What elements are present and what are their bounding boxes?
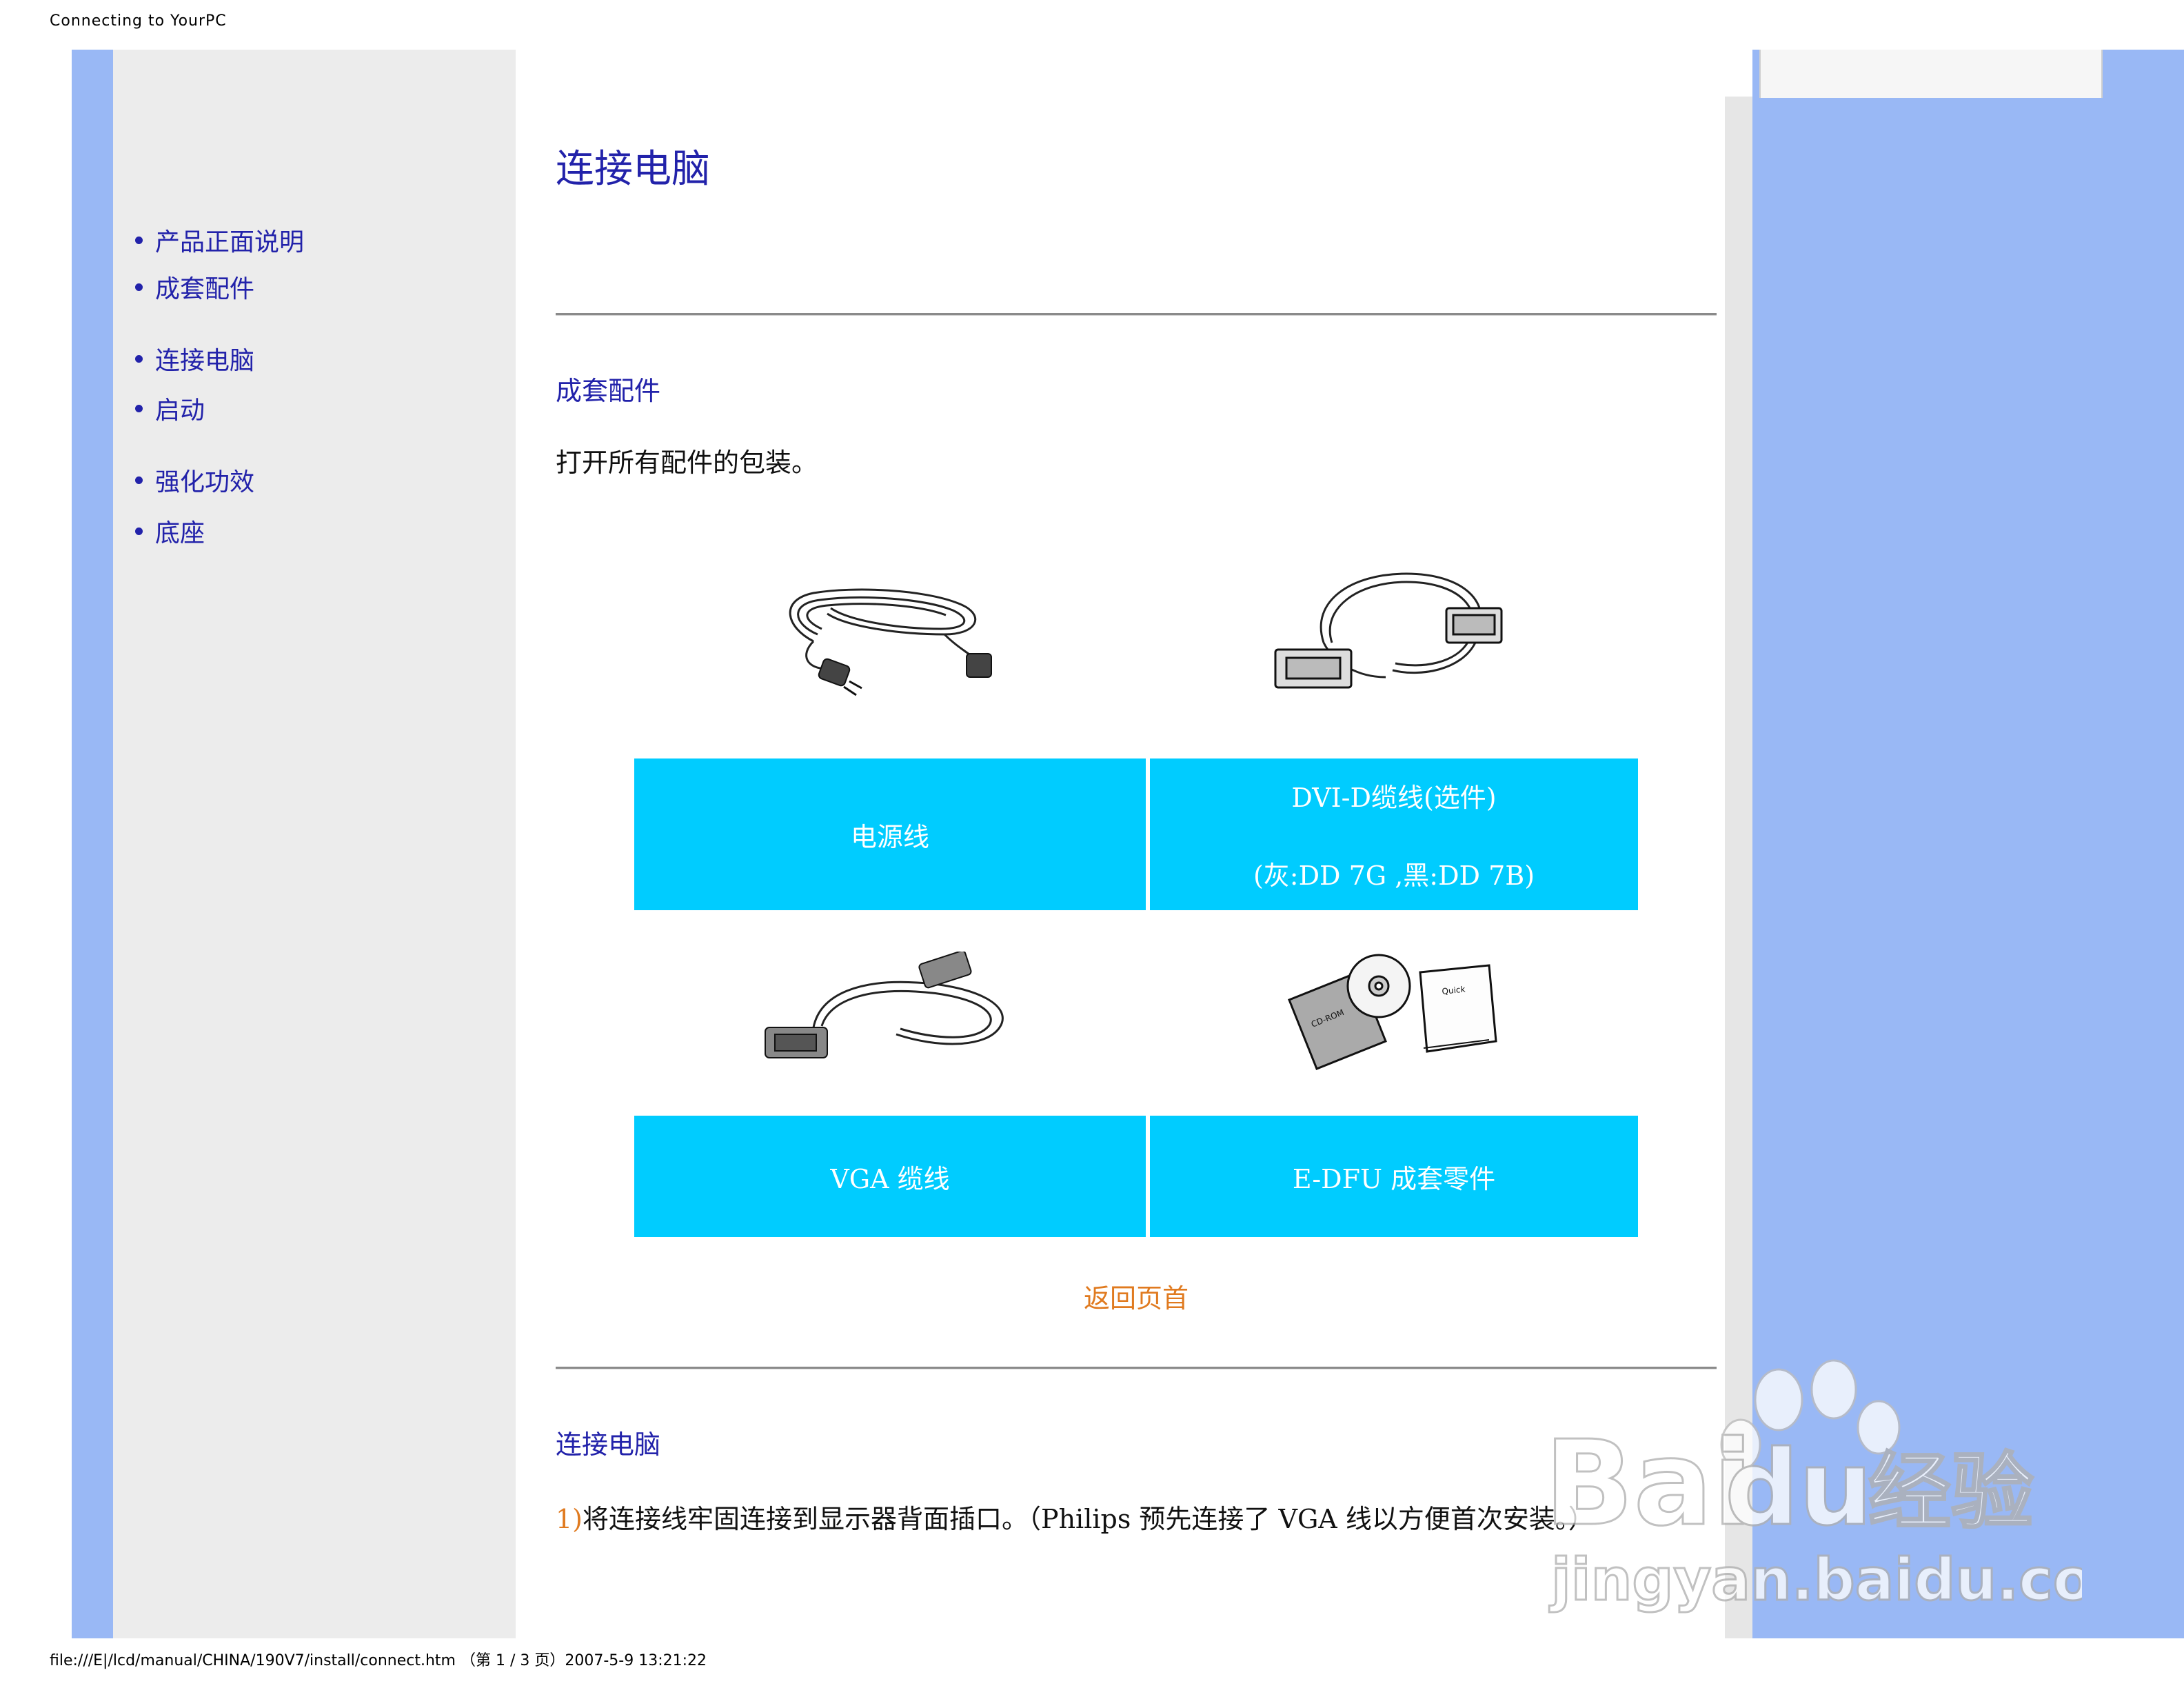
watermark-cn: 经验 bbox=[1868, 1445, 2034, 1540]
accessory-cell-edfu-kit: E-DFU 成套零件 bbox=[1150, 1116, 1638, 1237]
watermark-url: jingyan.baidu.com bbox=[1549, 1546, 2082, 1614]
sidebar-item-label: 底座 bbox=[155, 519, 205, 547]
accessory-cell-power-cord: 电源线 bbox=[634, 758, 1146, 910]
accessory-label: DVI-D缆线(选件) bbox=[1291, 783, 1497, 813]
baidu-jingyan-watermark: Bai du 经验 jingyan.baidu.com bbox=[1544, 1359, 2082, 1614]
sidebar-item-label: 连接电脑 bbox=[155, 347, 255, 375]
top-right-box bbox=[1759, 50, 2103, 98]
accessory-label: 电源线 bbox=[850, 821, 929, 852]
sidebar-nav: 产品正面说明 成套配件 连接电脑 启动 强化功效 底座 bbox=[135, 0, 494, 552]
step-text: 将连接线牢固连接到显示器背面插口。（Philips 预先连接了 VGA 线以方便… bbox=[583, 1504, 1595, 1534]
sidebar-item-enhance[interactable]: 强化功效 bbox=[135, 462, 254, 498]
divider bbox=[556, 1367, 1717, 1369]
cd-rom-guide-icon: CD-ROM Quick bbox=[1288, 954, 1497, 1070]
sidebar-item-connect[interactable]: 连接电脑 bbox=[135, 341, 254, 376]
bullet-icon bbox=[135, 354, 143, 363]
watermark-brand-du: du bbox=[1725, 1429, 1872, 1549]
vga-cable-icon bbox=[765, 952, 1004, 1058]
section-heading-connect: 连接电脑 bbox=[556, 1429, 661, 1460]
sidebar-item-label: 强化功效 bbox=[155, 468, 255, 496]
page-title: 连接电脑 bbox=[556, 147, 710, 192]
accessory-label: VGA 缆线 bbox=[830, 1163, 950, 1194]
footer-url: file:///E|/lcd/manual/CHINA/190V7/instal… bbox=[50, 1652, 707, 1669]
accessories-intro: 打开所有配件的包装。 bbox=[556, 448, 818, 478]
sidebar-item-label: 启动 bbox=[155, 396, 205, 425]
bullet-icon bbox=[135, 236, 143, 244]
accessory-cell-vga-cable: VGA 缆线 bbox=[634, 1116, 1146, 1237]
sidebar-item-startup[interactable]: 启动 bbox=[135, 390, 205, 426]
sidebar-item-label: 成套配件 bbox=[155, 275, 255, 303]
power-cord-icon bbox=[789, 588, 992, 696]
left-accent-band bbox=[72, 50, 113, 1638]
connect-step-1: 1)将连接线牢固连接到显示器背面插口。（Philips 预先连接了 VGA 线以… bbox=[556, 1498, 1595, 1536]
sidebar-item-label: 产品正面说明 bbox=[155, 228, 305, 257]
step-number: 1) bbox=[556, 1504, 583, 1534]
sidebar-item-accessories[interactable]: 成套配件 bbox=[135, 269, 254, 305]
dvi-cable-icon bbox=[1274, 572, 1503, 689]
sidebar-item-product-front[interactable]: 产品正面说明 bbox=[135, 222, 304, 258]
sidebar-item-base[interactable]: 底座 bbox=[135, 513, 205, 549]
bullet-icon bbox=[135, 476, 143, 484]
bullet-icon bbox=[135, 283, 143, 291]
accessory-cell-dvi-cable: DVI-D缆线(选件) (灰:DD 7G ,黑:DD 7B) bbox=[1150, 758, 1638, 910]
bullet-icon bbox=[135, 527, 143, 535]
divider bbox=[556, 313, 1717, 316]
section-heading-accessories: 成套配件 bbox=[556, 376, 661, 406]
bullet-icon bbox=[135, 404, 143, 412]
watermark-brand: Bai bbox=[1544, 1416, 1753, 1552]
accessory-sublabel: (灰:DD 7G ,黑:DD 7B) bbox=[1253, 861, 1535, 891]
accessory-label: E-DFU 成套零件 bbox=[1292, 1163, 1496, 1194]
back-to-top-link[interactable]: 返回页首 bbox=[1084, 1277, 1189, 1315]
